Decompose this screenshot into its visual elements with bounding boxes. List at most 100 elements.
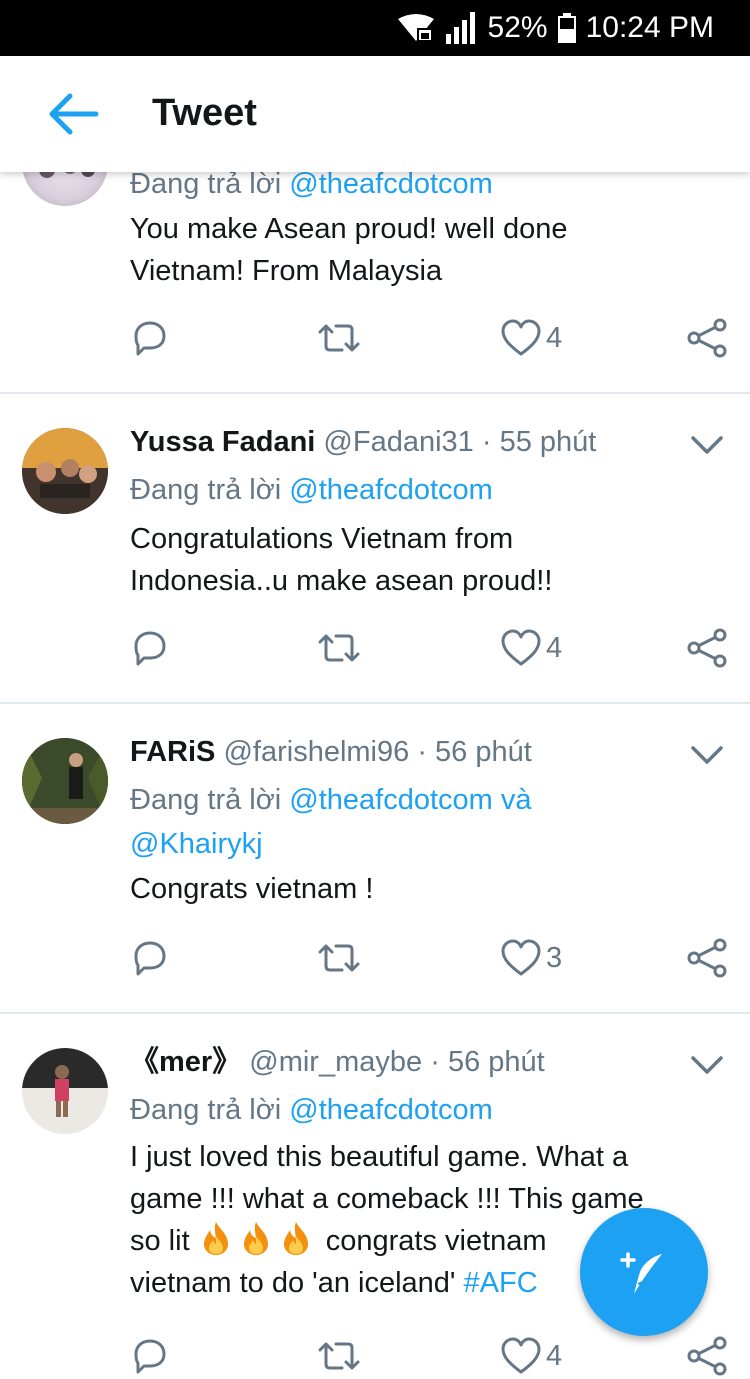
reply-button[interactable] <box>130 316 170 360</box>
tweet-item[interactable]: Đang trả lời @theafcdotcom You make Asea… <box>0 120 750 394</box>
tweet-time: 56 phút <box>435 736 532 768</box>
reply-context: Đang trả lời @theafcdotcom <box>130 468 493 512</box>
mention-link[interactable]: @theafcdotcom <box>289 784 493 816</box>
heart-icon <box>501 629 541 666</box>
tweet-item[interactable]: FARiS @farishelmi96 · 56 phút Đang trả l… <box>0 730 750 1012</box>
avatar[interactable] <box>22 428 108 514</box>
user-name[interactable]: 《mer》 <box>130 1046 241 1078</box>
retweet-icon <box>318 324 360 352</box>
heart-icon <box>501 319 541 356</box>
tweet-actions: 3 <box>0 936 750 980</box>
share-icon <box>687 628 727 668</box>
heart-icon <box>501 1337 541 1374</box>
chevron-down-icon[interactable] <box>690 434 724 456</box>
share-button[interactable] <box>686 316 728 360</box>
tweet-text-line: Congrats vietnam ! <box>130 873 374 905</box>
status-time: 10:24 PM <box>585 11 714 44</box>
retweet-button[interactable] <box>316 626 362 670</box>
like-button[interactable]: 4 <box>500 626 562 670</box>
tweet-actions: 4 <box>0 1334 750 1378</box>
avatar[interactable] <box>22 738 108 824</box>
retweet-button[interactable] <box>316 1334 362 1378</box>
chevron-down-icon[interactable] <box>690 744 724 766</box>
tweet-actions: 4 <box>0 316 750 360</box>
avatar-image <box>22 1048 108 1134</box>
like-button[interactable]: 3 <box>500 936 562 980</box>
status-bar: 52% 10:24 PM <box>0 0 750 56</box>
reply-icon <box>134 941 166 976</box>
reply-label: Đang trả lời <box>130 474 282 506</box>
like-button[interactable]: 4 <box>500 1334 562 1378</box>
reply-button[interactable] <box>130 936 170 980</box>
retweet-button[interactable] <box>316 316 362 360</box>
mention-link[interactable]: @Khairykj <box>130 828 263 860</box>
mention-link[interactable]: @theafcdotcom <box>289 168 493 200</box>
tweet-actions: 4 <box>0 626 750 670</box>
share-button[interactable] <box>686 936 728 980</box>
tweet-text: Congrats vietnam ! <box>130 868 720 910</box>
user-handle[interactable]: @mir_maybe <box>249 1046 422 1078</box>
retweet-button[interactable] <box>316 936 362 980</box>
tweet-header: FARiS @farishelmi96 · 56 phút <box>130 732 532 772</box>
separator-dot: · <box>417 736 427 768</box>
chevron-down-icon[interactable] <box>690 1054 724 1076</box>
heart-icon <box>501 939 541 976</box>
user-handle[interactable]: @Fadani31 <box>323 426 473 458</box>
tweet-text: Congratulations Vietnam from Indonesia..… <box>130 518 720 602</box>
fire-emoji <box>243 1222 268 1255</box>
tweet-text-line: I just loved this beautiful game. What a <box>130 1141 629 1173</box>
reply-button[interactable] <box>130 626 170 670</box>
reply-icon <box>134 631 166 666</box>
tweet-header: Yussa Fadani @Fadani31 · 55 phút <box>130 422 596 462</box>
share-icon <box>687 1336 727 1376</box>
wifi-icon <box>397 14 434 42</box>
share-icon <box>687 938 727 978</box>
reply-button[interactable] <box>130 1334 170 1378</box>
tweet-header: 《mer》 @mir_maybe · 56 phút <box>130 1042 545 1082</box>
share-button[interactable] <box>686 626 728 670</box>
tweet-text-line: Indonesia..u make asean proud!! <box>130 565 553 597</box>
arrow-left-icon[interactable] <box>48 92 100 136</box>
reply-conjunction: và <box>500 784 532 816</box>
app-bar: Tweet <box>0 56 750 172</box>
user-name[interactable]: FARiS <box>130 736 215 768</box>
avatar[interactable] <box>22 1048 108 1134</box>
reply-icon <box>134 1339 166 1374</box>
like-count: 4 <box>546 1339 563 1372</box>
tweet-text-fragment: vietnam to do 'an iceland' <box>130 1267 456 1299</box>
mention-link[interactable]: @theafcdotcom <box>289 474 493 506</box>
reply-context: Đang trả lời @theafcdotcom <box>130 1088 493 1132</box>
share-button[interactable] <box>686 1334 728 1378</box>
battery-icon <box>557 13 576 43</box>
user-name[interactable]: Yussa Fadani <box>130 426 315 458</box>
reply-label: Đang trả lời <box>130 784 282 816</box>
divider <box>0 702 750 704</box>
signal-icon <box>445 12 475 44</box>
user-handle[interactable]: @farishelmi96 <box>223 736 409 768</box>
retweet-icon <box>318 944 360 972</box>
tweet-text-line: Vietnam! From Malaysia <box>130 255 443 287</box>
retweet-icon <box>318 1342 360 1370</box>
separator-dot: · <box>481 426 492 458</box>
tweet-text: You make Asean proud! well done Vietnam!… <box>130 208 720 292</box>
fire-emoji <box>203 1222 228 1255</box>
separator-dot: · <box>430 1046 440 1078</box>
battery-percent: 52% <box>487 11 548 44</box>
divider <box>0 392 750 394</box>
like-count: 4 <box>546 321 563 354</box>
tweet-text-line: You make Asean proud! well done <box>130 213 568 245</box>
like-button[interactable]: 4 <box>500 316 562 360</box>
like-count: 4 <box>546 631 563 664</box>
tweet-time: 56 phút <box>447 1046 545 1078</box>
avatar-image <box>22 738 108 824</box>
mention-link[interactable]: @theafcdotcom <box>289 1094 493 1126</box>
like-count: 3 <box>546 941 563 974</box>
page-title: Tweet <box>152 92 257 134</box>
hashtag-link[interactable]: #AFC <box>464 1267 538 1299</box>
share-icon <box>687 318 727 358</box>
reply-context: Đang trả lời @theafcdotcom và @Khairykj <box>130 778 532 866</box>
divider <box>0 1012 750 1014</box>
compose-tweet-button[interactable] <box>580 1208 708 1336</box>
tweet-item[interactable]: Yussa Fadani @Fadani31 · 55 phút Đang tr… <box>0 420 750 702</box>
tweet-text-fragment: so lit <box>130 1225 190 1257</box>
